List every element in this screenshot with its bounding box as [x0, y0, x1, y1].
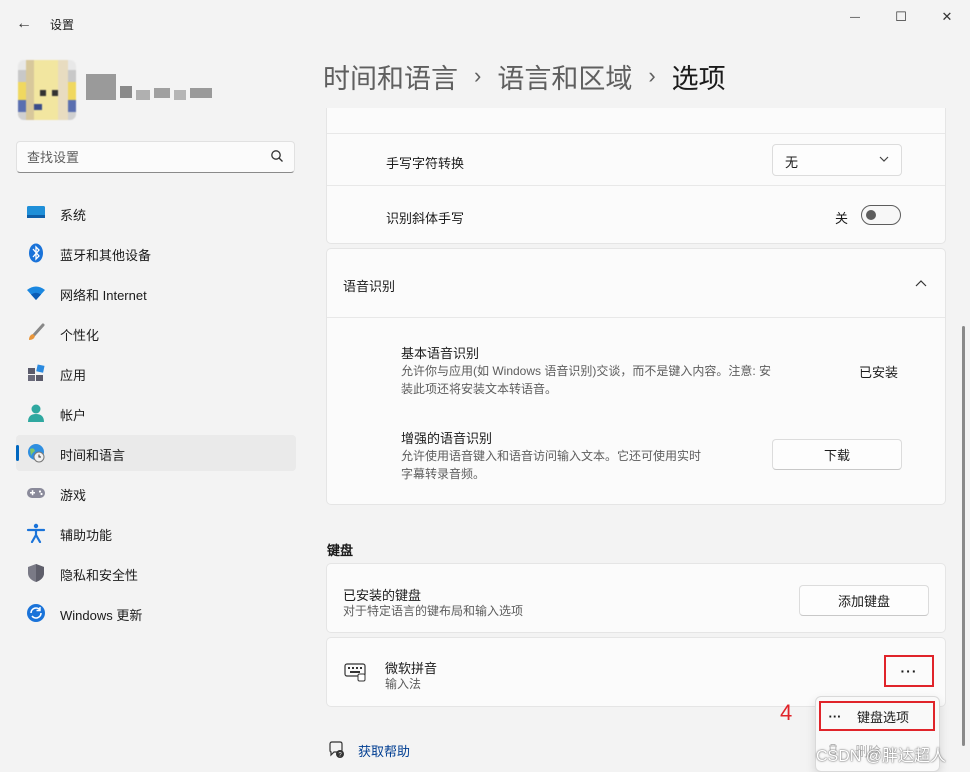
italic-handwriting-toggle[interactable] [861, 205, 901, 225]
sidebar-item-gaming[interactable]: 游戏 [16, 475, 296, 511]
minimize-button[interactable]: — [832, 6, 878, 28]
close-icon: ✕ [941, 9, 953, 24]
add-keyboard-button[interactable]: 添加键盘 [799, 585, 929, 616]
menu-item-keyboard-options[interactable]: ··· 键盘选项 [819, 701, 935, 731]
download-button[interactable]: 下载 [772, 439, 902, 470]
enhanced-speech-desc-2: 字幕转录音频。 [401, 467, 486, 481]
sidebar-item-system[interactable]: 系统 [16, 195, 296, 231]
handwriting-card: 手写字符转换 无 识别斜体手写 关 [326, 108, 946, 244]
italic-toggle-state: 关 [835, 211, 849, 226]
enhanced-speech-title: 增强的语音识别 [401, 431, 493, 446]
globe-clock-icon [26, 443, 46, 463]
back-button[interactable]: ← [10, 10, 38, 38]
installed-keyboards-desc: 对于特定语言的键布局和输入选项 [343, 604, 524, 618]
watermark: CSDN @胖达超人 [816, 748, 947, 765]
sidebar-item-label: 系统 [60, 208, 87, 223]
ime-type: 输入法 [385, 677, 422, 691]
title-bar: ← 设置 — ☐ ✕ [0, 0, 970, 46]
enhanced-speech-desc: 允许使用语音键入和语音访问输入文本。它还可使用实时 [401, 449, 702, 463]
basic-speech-desc-2: 装此项还将安装文本转语音。 [401, 382, 558, 396]
breadcrumb-separator: › [648, 63, 656, 88]
sidebar-nav: 系统 蓝牙和其他设备 网络和 Internet 个性化 应用 帐户 时间和语言 … [16, 195, 296, 635]
keyboard-icon [344, 663, 366, 682]
sidebar-item-time-language[interactable]: 时间和语言 [16, 435, 296, 471]
select-value: 无 [785, 155, 799, 170]
app-title: 设置 [50, 18, 75, 32]
sidebar-item-bluetooth[interactable]: 蓝牙和其他设备 [16, 235, 296, 271]
sidebar-item-apps[interactable]: 应用 [16, 355, 296, 391]
sidebar-item-accessibility[interactable]: 辅助功能 [16, 515, 296, 551]
menu-item-label: 键盘选项 [857, 709, 910, 725]
username-blurred [86, 72, 216, 106]
minimize-icon: — [850, 11, 860, 23]
shield-icon [26, 563, 46, 583]
sidebar-item-label: 帐户 [60, 408, 87, 423]
handwriting-convert-select[interactable]: 无 [772, 144, 902, 176]
sidebar-item-label: 网络和 Internet [60, 288, 147, 303]
breadcrumb: 时间和语言 › 语言和区域 › 选项 [323, 56, 726, 96]
speech-section-label: 语音识别 [343, 279, 396, 294]
sidebar-item-label: 时间和语言 [60, 448, 126, 463]
wifi-icon [26, 283, 46, 303]
sidebar-item-network[interactable]: 网络和 Internet [16, 275, 296, 311]
get-help-link[interactable]: 获取帮助 [358, 741, 410, 760]
basic-speech-status: 已安装 [859, 365, 899, 380]
account-icon [26, 403, 46, 423]
maximize-button[interactable]: ☐ [878, 6, 924, 28]
installed-keyboards-card: 已安装的键盘 对于特定语言的键布局和输入选项 添加键盘 [326, 563, 946, 633]
speech-recognition-card: 语音识别 基本语音识别 允许你与应用(如 Windows 语音识别)交谈，而不是… [326, 248, 946, 505]
more-options-button[interactable]: ··· [884, 655, 934, 687]
sidebar-item-label: 游戏 [60, 488, 87, 503]
system-icon [26, 203, 46, 223]
breadcrumb-separator: › [474, 63, 482, 88]
avatar[interactable] [18, 60, 76, 120]
sidebar-item-label: 辅助功能 [60, 528, 113, 543]
search-icon[interactable] [270, 149, 284, 163]
handwriting-convert-label: 手写字符转换 [386, 156, 465, 171]
basic-speech-title: 基本语音识别 [401, 346, 480, 361]
sidebar-item-label: 蓝牙和其他设备 [60, 248, 152, 263]
accessibility-icon [26, 523, 46, 543]
italic-handwriting-label: 识别斜体手写 [386, 211, 465, 226]
back-arrow-icon: ← [16, 15, 32, 32]
help-icon: ? [329, 741, 344, 758]
apps-icon [26, 363, 46, 383]
sidebar-item-label: 应用 [60, 368, 87, 383]
maximize-icon: ☐ [895, 9, 907, 24]
vertical-scrollbar[interactable] [962, 326, 965, 746]
basic-speech-desc: 允许你与应用(如 Windows 语音识别)交谈，而不是键入内容。注意: 安 [401, 364, 772, 378]
keyboard-section-title: 键盘 [327, 543, 354, 558]
sidebar-item-personalization[interactable]: 个性化 [16, 315, 296, 351]
close-button[interactable]: ✕ [924, 6, 970, 28]
update-icon [26, 603, 46, 623]
gamepad-icon [26, 483, 46, 503]
search-box[interactable] [16, 141, 295, 173]
sidebar-item-privacy[interactable]: 隐私和安全性 [16, 555, 296, 591]
sidebar-item-windows-update[interactable]: Windows 更新 [16, 595, 296, 631]
search-input[interactable] [27, 147, 267, 167]
chevron-down-icon [879, 156, 889, 162]
chevron-up-icon[interactable] [915, 279, 927, 287]
brush-icon [26, 323, 46, 343]
breadcrumb-language-region[interactable]: 语言和区域 [497, 57, 632, 96]
sidebar-item-label: Windows 更新 [60, 608, 143, 623]
sidebar-item-accounts[interactable]: 帐户 [16, 395, 296, 431]
breadcrumb-time-language[interactable]: 时间和语言 [323, 57, 458, 96]
page-title: 选项 [671, 63, 726, 94]
sidebar-item-label: 个性化 [60, 328, 100, 343]
more-icon: ··· [828, 708, 842, 724]
sidebar-item-label: 隐私和安全性 [60, 568, 139, 583]
annotation-step-number: 4 [780, 700, 793, 725]
bluetooth-icon [26, 243, 46, 263]
